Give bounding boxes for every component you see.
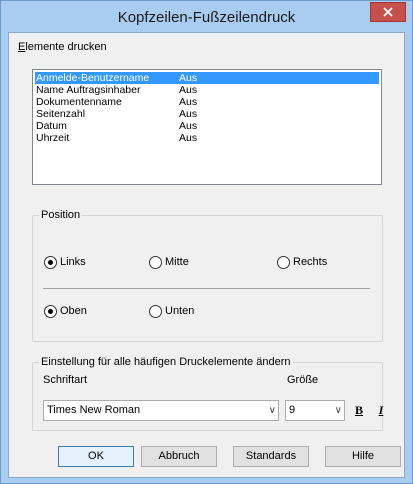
close-icon [383, 7, 393, 17]
radio-center-label: Mitte [165, 256, 189, 268]
list-item[interactable]: Seitenzahl Aus [35, 108, 379, 120]
size-label: Größe [287, 374, 319, 386]
dialog-window: Kopfzeilen-Fußzeilendruck Elemente druck… [0, 0, 413, 484]
radio-top-label: Oben [60, 305, 87, 317]
size-select[interactable]: 9 ∨ [285, 400, 345, 421]
font-settings-group: Einstellung für alle häufigen Druckeleme… [32, 355, 383, 431]
help-button[interactable]: Hilfe [325, 446, 401, 467]
item-name: Datum [36, 120, 67, 132]
item-name: Anmelde-Benutzername [36, 72, 150, 84]
radio-bottom-label: Unten [165, 305, 195, 317]
position-divider [43, 288, 370, 289]
item-value: Aus [179, 72, 198, 84]
list-item[interactable]: Uhrzeit Aus [35, 132, 379, 144]
bold-button[interactable]: B [350, 401, 368, 419]
radio-center[interactable]: Mitte [149, 255, 189, 269]
item-value: Aus [179, 108, 198, 120]
item-name: Seitenzahl [36, 108, 86, 120]
dialog-body: Elemente drucken Anmelde-Benutzername Au… [8, 32, 405, 478]
size-value: 9 [289, 404, 296, 416]
item-value: Aus [179, 132, 198, 144]
radio-right[interactable]: Rechts [277, 255, 327, 269]
cancel-button[interactable]: Abbruch [141, 446, 217, 467]
radio-circle [44, 255, 57, 269]
item-value: Aus [179, 96, 198, 108]
item-name: Name Auftragsinhaber [36, 84, 141, 96]
radio-bottom[interactable]: Unten [149, 304, 194, 318]
item-value: Aus [179, 120, 198, 132]
italic-button[interactable]: I [372, 401, 390, 419]
radio-left[interactable]: Links [44, 255, 86, 269]
position-legend: Position [39, 208, 83, 222]
defaults-button[interactable]: Standards [233, 446, 309, 467]
radio-circle [149, 304, 162, 318]
dialog-title: Kopfzeilen-Fußzeilendruck [117, 9, 296, 26]
list-item[interactable]: Name Auftragsinhaber Aus [35, 84, 379, 96]
list-item[interactable]: Dokumentenname Aus [35, 96, 379, 108]
radio-top[interactable]: Oben [44, 304, 87, 318]
italic-icon: I [378, 402, 384, 417]
list-item[interactable]: Datum Aus [35, 120, 379, 132]
position-group: Position Links Mitte Rechts Oben Unten [32, 208, 383, 342]
font-label: Schriftart [43, 374, 88, 386]
print-elements-legend: Elemente drucken [18, 40, 107, 54]
item-name: Dokumentenname [36, 96, 122, 108]
radio-circle [149, 255, 162, 269]
item-value: Aus [179, 84, 198, 96]
bold-icon: B [354, 402, 363, 417]
ok-button[interactable]: OK [58, 446, 134, 467]
list-item[interactable]: Anmelde-Benutzername Aus [35, 72, 379, 84]
font-select[interactable]: Times New Roman ∨ [43, 400, 279, 421]
radio-circle [277, 255, 290, 269]
item-name: Uhrzeit [36, 132, 70, 144]
print-elements-list[interactable]: Anmelde-Benutzername Aus Name Auftragsin… [32, 69, 382, 185]
radio-circle [44, 304, 57, 318]
radio-right-label: Rechts [293, 256, 328, 268]
title-bar[interactable]: Kopfzeilen-Fußzeilendruck [1, 1, 412, 33]
chevron-down-icon: ∨ [334, 405, 342, 416]
radio-left-label: Links [60, 256, 86, 268]
font-settings-legend: Einstellung für alle häufigen Druckeleme… [39, 355, 293, 369]
close-button[interactable] [370, 2, 406, 22]
font-value: Times New Roman [47, 404, 141, 416]
chevron-down-icon: ∨ [268, 405, 276, 416]
